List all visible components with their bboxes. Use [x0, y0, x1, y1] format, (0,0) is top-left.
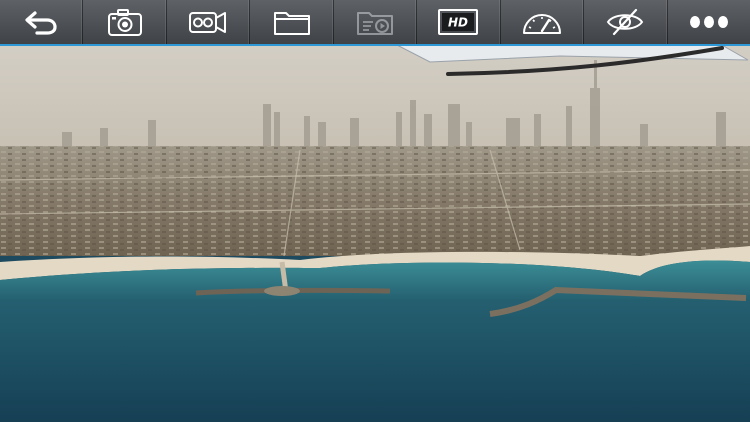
media-playback-icon: [356, 12, 393, 35]
more-options-button[interactable]: [668, 0, 750, 44]
media-playback-button[interactable]: [334, 0, 418, 44]
visibility-toggle-button[interactable]: [584, 0, 668, 44]
more-dots-icon: [689, 16, 728, 28]
media-folder-button[interactable]: [250, 0, 334, 44]
hd-icon: HD: [438, 9, 479, 35]
camera-toolbar: HD: [0, 0, 750, 46]
folder-icon: [273, 12, 310, 35]
speed-gauge-button[interactable]: [501, 0, 585, 44]
back-arrow-icon: [25, 11, 57, 35]
hd-label: HD: [448, 16, 468, 30]
video-camera-icon: [189, 12, 227, 33]
speedometer-icon: [522, 14, 561, 34]
eye-hidden-icon: [607, 8, 644, 36]
camera-feed-view: [0, 0, 750, 422]
record-video-button[interactable]: [167, 0, 251, 44]
hd-quality-button[interactable]: HD: [417, 0, 501, 44]
back-button[interactable]: [0, 0, 84, 44]
camera-icon: [107, 9, 142, 36]
take-photo-button[interactable]: [83, 0, 167, 44]
